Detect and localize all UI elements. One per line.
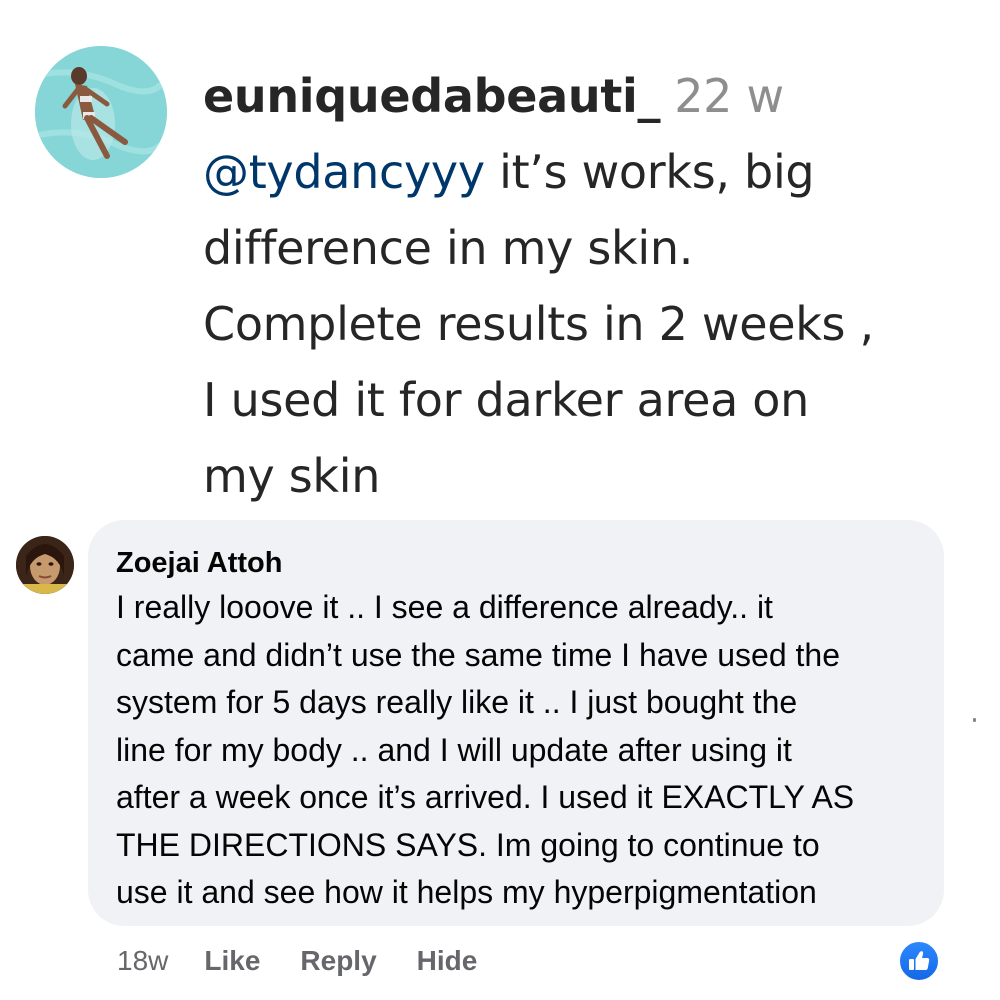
ig-comment-line: @tydancyyy it’s works, big (203, 134, 983, 210)
thumbs-up-icon (909, 951, 930, 970)
reply-button[interactable]: Reply (300, 945, 376, 977)
ig-comment-header: euniquedabeauti_ 22 w (203, 58, 983, 134)
ig-comment-line: Complete results in 2 weeks , (203, 297, 874, 351)
fb-comment-timestamp[interactable]: 18w (117, 945, 168, 977)
like-button[interactable]: Like (204, 945, 260, 977)
stray-dot (973, 718, 976, 722)
fb-comment-line: THE DIRECTIONS SAYS. Im going to continu… (116, 826, 820, 863)
hide-button[interactable]: Hide (417, 945, 478, 977)
fb-comment-line: after a week once it’s arrived. I used i… (116, 779, 855, 815)
fb-comment-line: came and didn’t use the same time I have… (116, 636, 840, 673)
fb-avatar[interactable] (16, 536, 74, 594)
ig-comment-text: it’s works, big (484, 145, 815, 199)
fb-comment-bubble: Zoejai Attoh I really looove it .. I see… (88, 520, 944, 926)
fb-comment-line: I really looove it .. I see a difference… (116, 589, 773, 625)
fb-comment-body: I really looove it .. I see a difference… (116, 584, 914, 917)
fb-comment-line: use it and see how it helps my hyperpigm… (116, 874, 817, 910)
ig-avatar[interactable] (35, 46, 167, 178)
ig-comment-line: my skin (203, 449, 381, 503)
like-reaction-badge[interactable] (898, 940, 940, 982)
profile-photo-icon (16, 536, 74, 594)
fb-comment-line: system for 5 days really like it .. I ju… (116, 684, 798, 720)
ig-comment: euniquedabeauti_ 22 w @tydancyyy it’s wor… (203, 58, 983, 514)
fb-comment-line: line for my body .. and I will update af… (116, 731, 792, 768)
profile-photo-pool-icon (35, 46, 167, 178)
fb-comment-actions: 18w Like Reply Hide (117, 945, 517, 977)
ig-comment-line: difference in my skin. (203, 221, 694, 275)
ig-mention-link[interactable]: @tydancyyy (203, 145, 485, 199)
ig-comment-line: I used it for darker area on (203, 373, 809, 427)
ig-timestamp[interactable]: 22 w (674, 69, 784, 123)
ig-username[interactable]: euniquedabeauti_ (203, 69, 660, 123)
fb-comment-author[interactable]: Zoejai Attoh (116, 546, 914, 580)
